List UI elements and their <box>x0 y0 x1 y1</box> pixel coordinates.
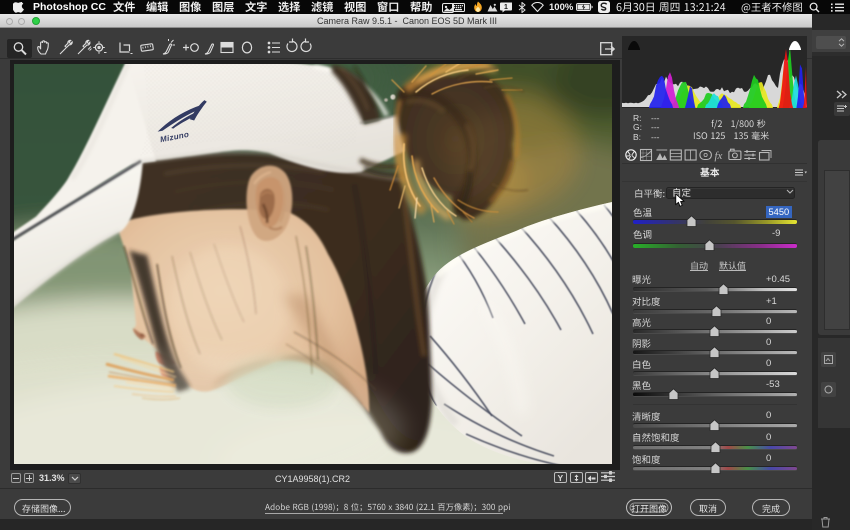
svg-text:1: 1 <box>504 4 508 11</box>
svg-text:fx: fx <box>715 150 723 162</box>
